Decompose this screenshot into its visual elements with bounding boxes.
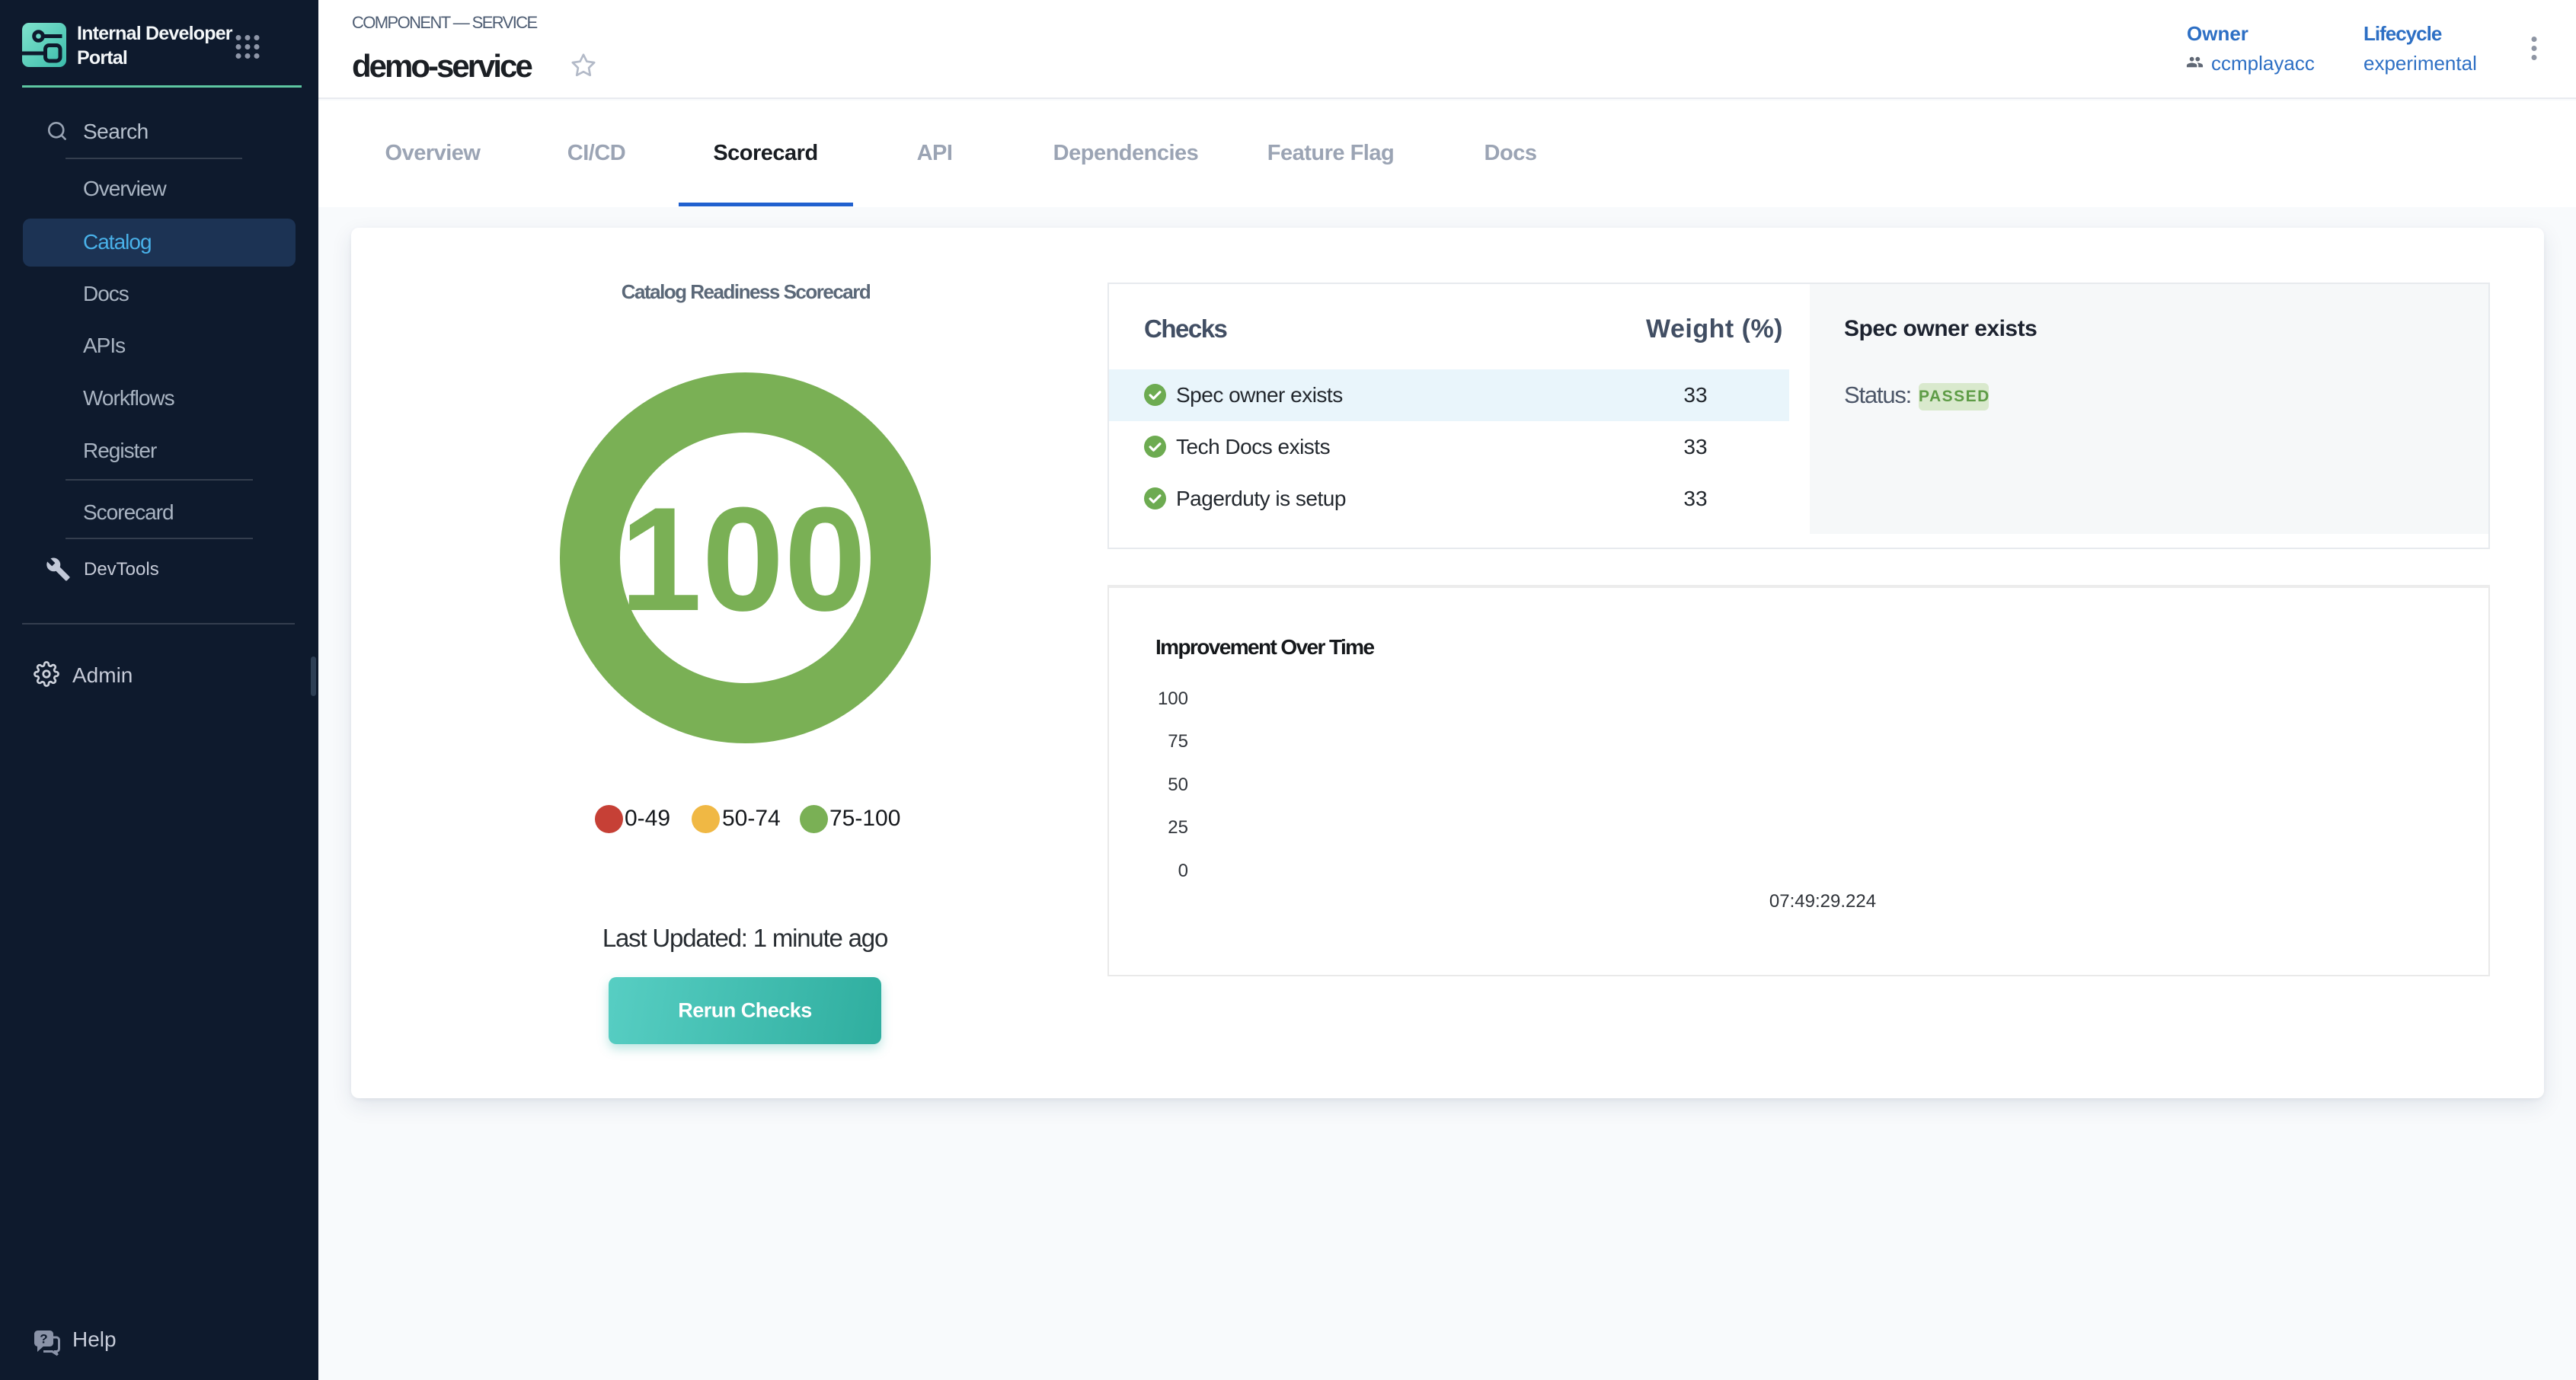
svg-text:100: 100 (620, 477, 867, 642)
svg-text:?: ? (40, 1332, 47, 1346)
